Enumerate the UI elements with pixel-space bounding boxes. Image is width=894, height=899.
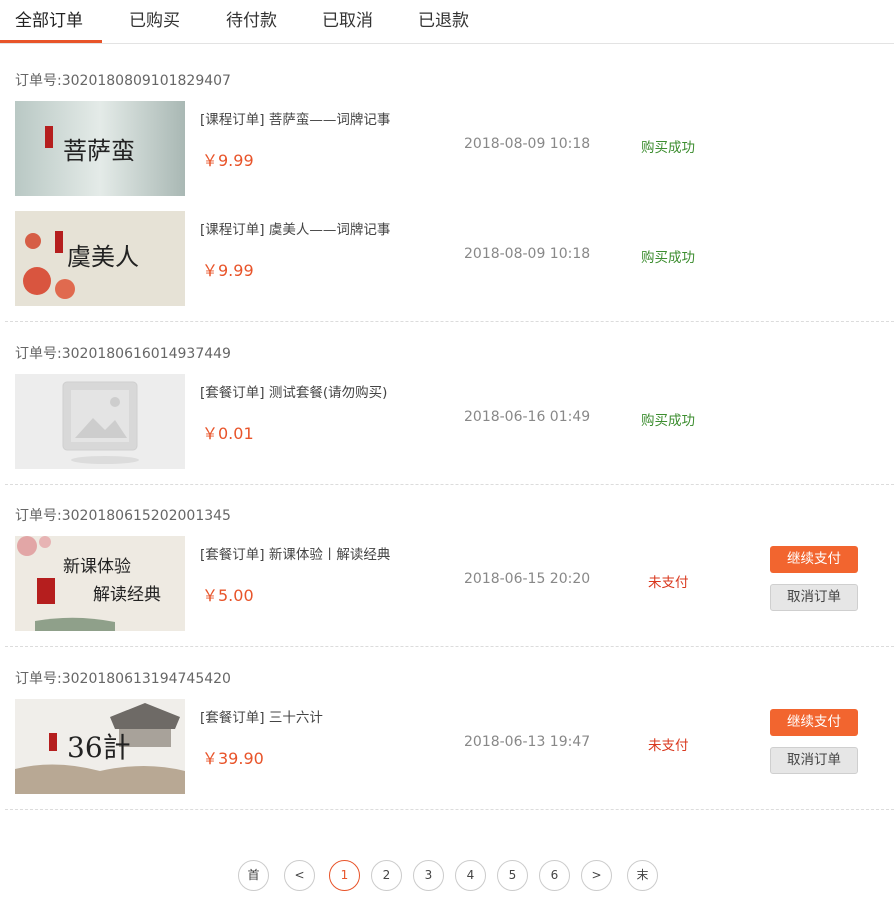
order-item: 新课体验 解读经典 [套餐订单] 新课体验丨解读经典 ￥5.00 2018-06…: [0, 536, 894, 631]
order-number: 订单号:3020180809101829407: [15, 70, 231, 90]
order-status: 未支付: [648, 738, 689, 754]
order-status: 购买成功: [641, 413, 695, 429]
page-first-button[interactable]: 首: [238, 860, 269, 891]
page-button-2[interactable]: 2: [371, 860, 402, 891]
order-divider: [5, 646, 894, 647]
order-divider: [5, 321, 894, 322]
tab-refunded[interactable]: 已退款: [418, 6, 469, 31]
page-prev-button[interactable]: <: [284, 860, 315, 891]
item-title[interactable]: [课程订单] 虞美人——词牌记事: [200, 218, 390, 238]
thumb-title: 36計: [67, 731, 131, 764]
item-title[interactable]: [套餐订单] 三十六计: [200, 706, 323, 726]
order-number-value: 3020180616014937449: [61, 346, 231, 362]
order-item: 36計 [套餐订单] 三十六计 ￥39.90 2018-06-13 19:47 …: [0, 699, 894, 794]
order-time: 2018-06-16 01:49: [464, 409, 591, 425]
tab-all-orders[interactable]: 全部订单: [15, 6, 83, 31]
order-divider: [5, 809, 894, 810]
order-number: 订单号:3020180613194745420: [15, 668, 231, 688]
cancel-order-button[interactable]: 取消订单: [770, 584, 858, 611]
order-time: 2018-06-15 20:20: [464, 571, 591, 587]
item-price: ￥9.99: [202, 151, 254, 170]
thumb-title: 新课体验: [63, 557, 131, 577]
order-divider: [5, 484, 894, 485]
order-number: 订单号:3020180616014937449: [15, 343, 231, 363]
order-item: 菩萨蛮 [课程订单] 菩萨蛮——词牌记事 ￥9.99 2018-08-09 10…: [0, 101, 894, 196]
order-item: 虞美人 [课程订单] 虞美人——词牌记事 ￥9.99 2018-08-09 10…: [0, 211, 894, 306]
item-price: ￥9.99: [202, 261, 254, 280]
active-tab-indicator: [0, 40, 102, 43]
cancel-order-button[interactable]: 取消订单: [770, 747, 858, 774]
thumb-subtitle: 解读经典: [93, 585, 161, 605]
item-price: ￥39.90: [202, 749, 264, 768]
item-title[interactable]: [课程订单] 菩萨蛮——词牌记事: [200, 108, 390, 128]
item-price: ￥0.01: [202, 424, 254, 443]
tab-purchased[interactable]: 已购买: [129, 6, 180, 31]
order-time: 2018-06-13 19:47: [464, 734, 591, 750]
page-button-1[interactable]: 1: [329, 860, 360, 891]
continue-payment-button[interactable]: 继续支付: [770, 546, 858, 573]
page-button-6[interactable]: 6: [539, 860, 570, 891]
continue-payment-button[interactable]: 继续支付: [770, 709, 858, 736]
order-number-value: 3020180809101829407: [61, 73, 231, 89]
order-time: 2018-08-09 10:18: [464, 246, 591, 262]
thumb-title: 虞美人: [67, 243, 139, 271]
order-number-label: 订单号:: [15, 73, 62, 89]
page-next-button[interactable]: >: [581, 860, 612, 891]
course-thumbnail[interactable]: 虞美人: [15, 211, 185, 306]
page-button-4[interactable]: 4: [455, 860, 486, 891]
pagination: 首 < 1 2 3 4 5 6 > 末: [0, 860, 894, 892]
order-item: [套餐订单] 测试套餐(请勿购买) ￥0.01 2018-06-16 01:49…: [0, 374, 894, 469]
order-status: 未支付: [648, 575, 689, 591]
page-button-5[interactable]: 5: [497, 860, 528, 891]
order-number-value: 3020180613194745420: [61, 671, 231, 687]
order-number-label: 订单号:: [15, 671, 62, 687]
course-thumbnail[interactable]: 新课体验 解读经典: [15, 536, 185, 631]
order-number: 订单号:3020180615202001345: [15, 505, 231, 525]
item-title[interactable]: [套餐订单] 测试套餐(请勿购买): [200, 381, 387, 401]
order-status: 购买成功: [641, 250, 695, 266]
tab-pending-payment[interactable]: 待付款: [226, 6, 277, 31]
tab-cancelled[interactable]: 已取消: [322, 6, 373, 31]
order-time: 2018-08-09 10:18: [464, 136, 591, 152]
order-number-value: 3020180615202001345: [61, 508, 231, 524]
course-thumbnail[interactable]: 菩萨蛮: [15, 101, 185, 196]
course-thumbnail[interactable]: 36計: [15, 699, 185, 794]
thumb-title: 菩萨蛮: [63, 137, 135, 165]
order-number-label: 订单号:: [15, 346, 62, 362]
order-number-label: 订单号:: [15, 508, 62, 524]
page-last-button[interactable]: 末: [627, 860, 658, 891]
item-price: ￥5.00: [202, 586, 254, 605]
placeholder-image-icon[interactable]: [15, 374, 185, 469]
order-status: 购买成功: [641, 140, 695, 156]
order-tabs: 全部订单 已购买 待付款 已取消 已退款: [0, 0, 894, 44]
item-title[interactable]: [套餐订单] 新课体验丨解读经典: [200, 543, 390, 563]
page-button-3[interactable]: 3: [413, 860, 444, 891]
